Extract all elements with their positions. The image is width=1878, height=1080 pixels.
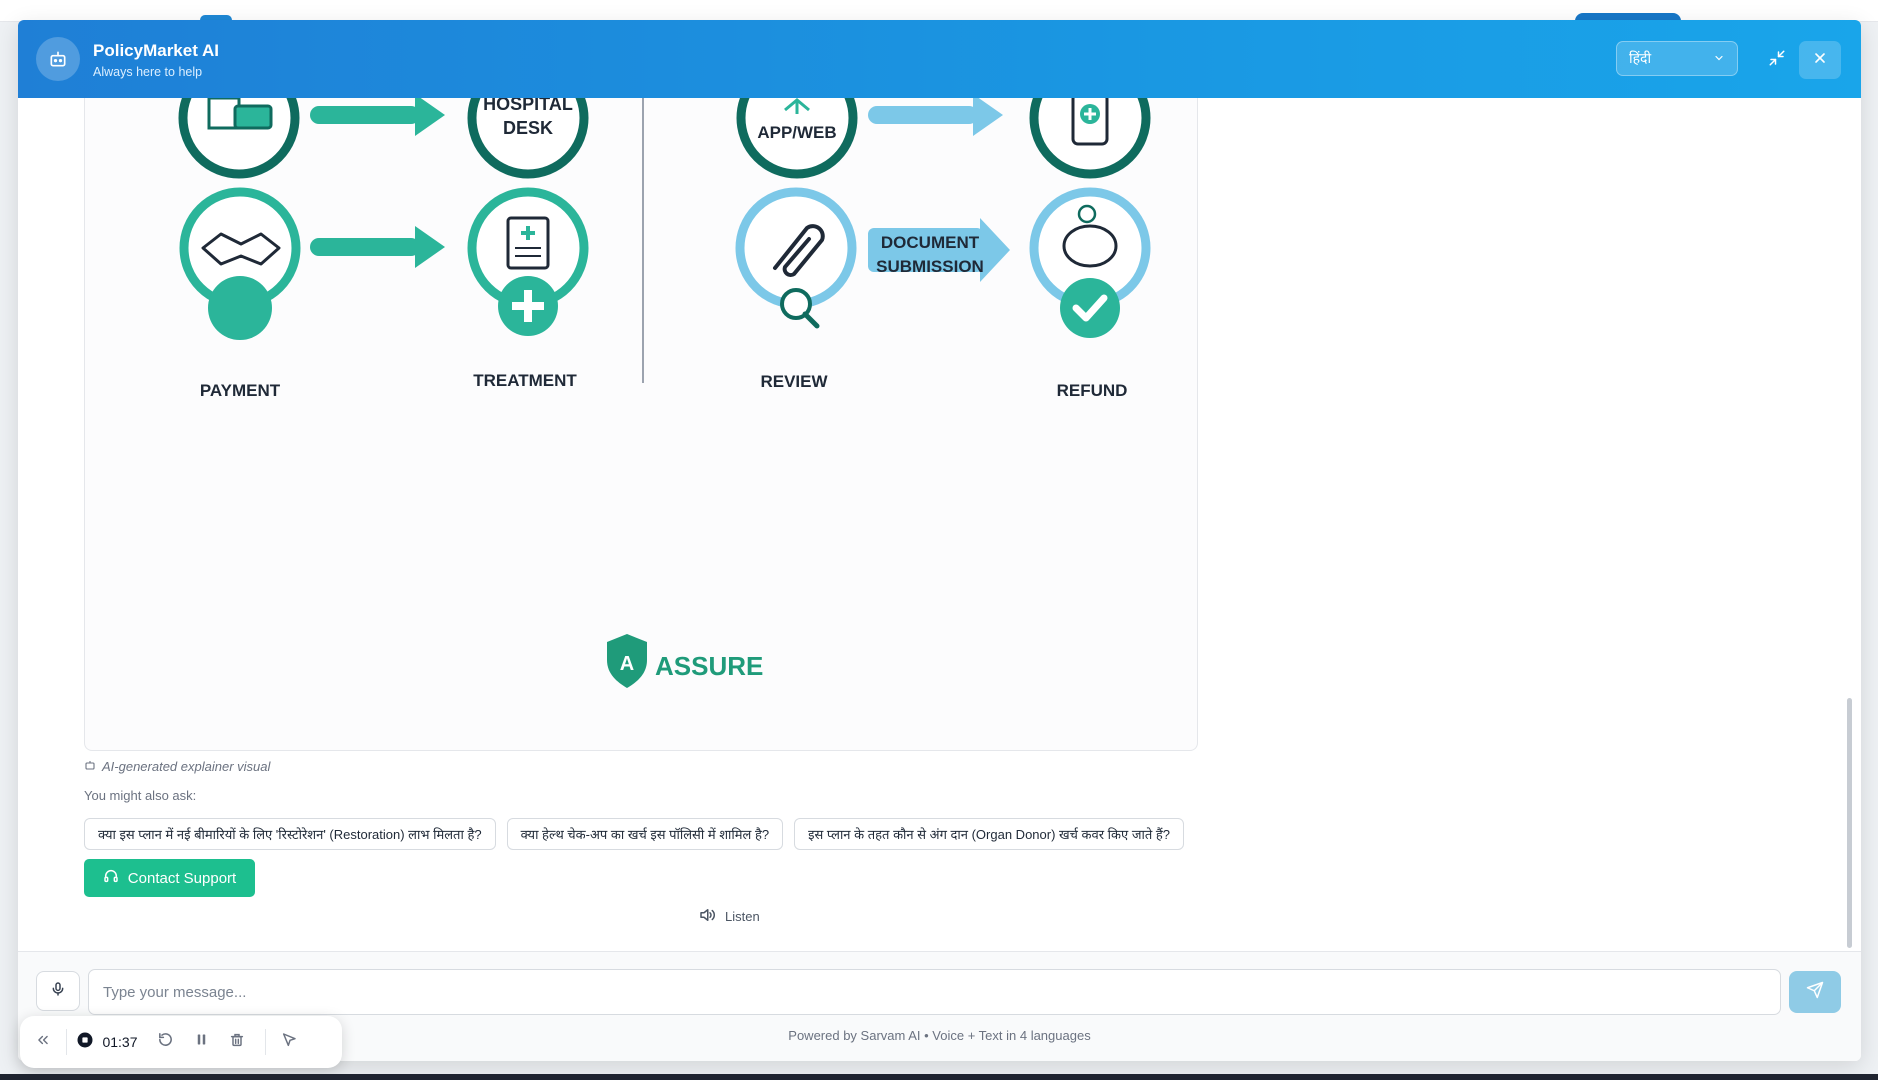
desk-node: HOSPITAL DESK: [467, 98, 589, 179]
restart-icon: [157, 1031, 174, 1053]
bot-icon: [84, 759, 96, 774]
cursor-icon: [281, 1032, 297, 1053]
explainer-visual: HOSPITAL DESK PAYMENT TREATMENT APP/WEB …: [84, 98, 1198, 751]
suggestion-chip[interactable]: क्या हेल्थ चेक-अप का खर्च इस पॉलिसी में …: [506, 818, 784, 850]
suggestions-label: You might also ask:: [84, 788, 197, 803]
visual-caption: AI-generated explainer visual: [84, 759, 270, 774]
app-web-node: APP/WEB: [736, 98, 858, 179]
desk-label-2: DESK: [503, 118, 553, 138]
language-value: हिंदी: [1629, 50, 1652, 66]
assure-logo-text: ASSURE: [655, 651, 763, 681]
chevron-down-icon: [1713, 51, 1725, 67]
chat-subtitle: Always here to help: [93, 65, 203, 79]
listen-label: Listen: [725, 909, 760, 924]
scroll-thumb[interactable]: [1847, 698, 1852, 948]
message-input[interactable]: [88, 969, 1781, 1015]
paperclip-icon: [735, 187, 857, 329]
minimize-button[interactable]: [1756, 41, 1798, 79]
bot-icon: [36, 37, 80, 81]
double-chevron-left-icon: [36, 1033, 50, 1052]
language-select[interactable]: हिंदी: [1616, 41, 1738, 76]
piggy-bank-icon: [1029, 187, 1151, 338]
arrow-phone: [868, 98, 1003, 136]
doc-label-2: SUBMISSION: [876, 257, 984, 276]
desk-label-1: HOSPITAL: [483, 98, 573, 114]
bottom-edge: [0, 1074, 1878, 1080]
handshake-icon: [179, 187, 301, 340]
arrow-desk: [310, 98, 445, 136]
message-list: HOSPITAL DESK PAYMENT TREATMENT APP/WEB …: [18, 98, 1843, 955]
arrow-document: DOCUMENT SUBMISSION: [868, 218, 1010, 282]
pause-button[interactable]: [183, 1032, 219, 1052]
hospital-building-icon: [178, 98, 300, 179]
collapse-button[interactable]: [20, 1033, 66, 1052]
doc-label-1: DOCUMENT: [881, 233, 980, 252]
recording-timer: 01:37: [102, 1034, 138, 1050]
chat-window: PolicyMarket AI Always here to help हिंद…: [18, 20, 1861, 1061]
medical-document-icon: [467, 187, 589, 336]
close-icon: [1812, 50, 1828, 71]
arrow-treatment: [310, 226, 445, 268]
send-button[interactable]: [1789, 971, 1841, 1013]
scrollbar[interactable]: [1845, 98, 1855, 955]
chat-title: PolicyMarket AI: [93, 41, 219, 60]
stop-recording-button[interactable]: 01:37: [67, 1031, 147, 1054]
listen-button[interactable]: Listen: [698, 906, 760, 927]
stop-icon: [76, 1031, 94, 1054]
restart-button[interactable]: [147, 1031, 183, 1053]
app-label: APP/WEB: [757, 123, 836, 142]
delete-button[interactable]: [219, 1032, 255, 1053]
chat-header: PolicyMarket AI Always here to help हिंद…: [18, 20, 1861, 98]
microphone-icon: [50, 981, 66, 1002]
speaker-icon: [698, 906, 716, 927]
close-button[interactable]: [1799, 41, 1841, 79]
phone-icon: [1029, 98, 1151, 179]
contact-support-button[interactable]: Contact Support: [84, 859, 255, 897]
suggestion-chips: क्या इस प्लान में नई बीमारियों के लिए 'र…: [84, 818, 1184, 850]
assure-logo: A ASSURE: [607, 634, 763, 688]
mic-button[interactable]: [36, 971, 80, 1011]
review-label: REVIEW: [760, 372, 828, 391]
caption-text: AI-generated explainer visual: [102, 759, 271, 774]
minimize-icon: [1768, 49, 1786, 72]
pause-icon: [194, 1032, 209, 1052]
headset-icon: [103, 868, 119, 888]
pointer-tool-button[interactable]: [266, 1032, 312, 1053]
svg-text:A: A: [620, 653, 634, 675]
contact-support-label: Contact Support: [127, 869, 237, 887]
refund-label: REFUND: [1057, 381, 1128, 400]
screen-recorder-widget: 01:37: [20, 1016, 342, 1068]
send-icon: [1806, 981, 1824, 1004]
payment-label: PAYMENT: [200, 381, 281, 400]
suggestion-chip[interactable]: इस प्लान के तहत कौन से अंग दान (Organ Do…: [794, 818, 1184, 850]
trash-icon: [229, 1032, 245, 1053]
suggestion-chip[interactable]: क्या इस प्लान में नई बीमारियों के लिए 'र…: [84, 818, 496, 850]
treatment-label: TREATMENT: [473, 371, 577, 390]
